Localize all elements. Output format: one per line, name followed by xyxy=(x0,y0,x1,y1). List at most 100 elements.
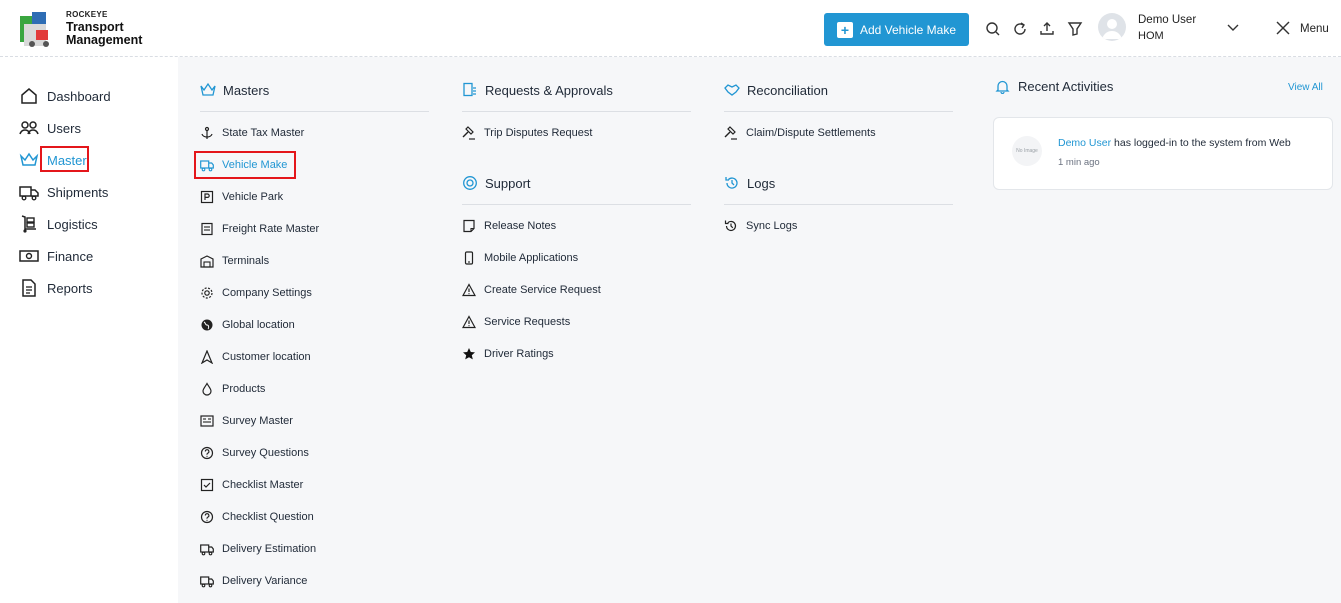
menu-item-mobile-applications[interactable]: Mobile Applications xyxy=(462,249,578,267)
mobile-icon xyxy=(464,251,474,265)
menu-item-claim-dispute-settlements[interactable]: Claim/Dispute Settlements xyxy=(724,124,876,142)
sidebar: Dashboard Users Master Shipments Logisti… xyxy=(0,57,178,603)
parking-icon xyxy=(200,190,214,204)
lifebuoy-icon xyxy=(463,176,477,190)
survey-icon xyxy=(200,415,214,427)
warning-icon xyxy=(462,315,476,329)
menu-item-vehicle-park[interactable]: Vehicle Park xyxy=(200,188,283,206)
menu-item-trip-disputes-request[interactable]: Trip Disputes Request xyxy=(462,124,592,142)
chevron-down-icon[interactable] xyxy=(1226,21,1240,35)
upload-icon[interactable] xyxy=(1038,20,1056,38)
masters-column: Masters xyxy=(200,79,429,112)
refresh-icon[interactable] xyxy=(1011,20,1029,38)
menu-item-service-requests[interactable]: Service Requests xyxy=(462,313,570,331)
masters-heading: Masters xyxy=(200,79,429,101)
menu-item-release-notes[interactable]: Release Notes xyxy=(462,217,556,235)
sidebar-item-label: Dashboard xyxy=(47,88,111,104)
activity-text: Demo User has logged-in to the system fr… xyxy=(1058,137,1291,149)
user-org: HOM xyxy=(1138,30,1164,42)
star-icon xyxy=(463,348,475,360)
menu-item-delivery-variance[interactable]: Delivery Variance xyxy=(200,572,307,590)
sidebar-item-label: Shipments xyxy=(47,184,109,200)
sidebar-item-dashboard[interactable]: Dashboard xyxy=(19,85,111,107)
brand-company: ROCKEYE xyxy=(66,10,108,19)
menu-item-company-settings[interactable]: Company Settings xyxy=(200,284,312,302)
requests-column: Requests & Approvals Trip Disputes Reque… xyxy=(462,79,691,140)
search-icon[interactable] xyxy=(984,20,1002,38)
gear-icon xyxy=(201,287,213,299)
question-icon xyxy=(200,446,214,460)
menu-item-state-tax-master[interactable]: State Tax Master xyxy=(200,124,304,142)
menu-item-customer-location[interactable]: Customer location xyxy=(200,348,311,366)
menu-item-checklist-master[interactable]: Checklist Master xyxy=(200,476,303,494)
menu-item-vehicle-make[interactable]: Vehicle Make xyxy=(200,156,287,174)
menu-item-survey-master[interactable]: Survey Master xyxy=(200,412,293,430)
menu-label[interactable]: Menu xyxy=(1300,23,1329,35)
note-icon xyxy=(463,219,475,233)
menu-item-checklist-question[interactable]: Checklist Question xyxy=(200,508,314,526)
globe-icon xyxy=(201,319,213,331)
history-icon xyxy=(725,177,738,189)
divider xyxy=(724,204,953,205)
approval-doc-icon xyxy=(463,82,476,97)
crown-icon xyxy=(200,82,216,96)
sidebar-item-finance[interactable]: Finance xyxy=(19,245,93,267)
plus-icon: + xyxy=(836,21,853,38)
brand-line2: Management xyxy=(66,33,143,47)
menu-item-driver-ratings[interactable]: Driver Ratings xyxy=(462,345,554,363)
history-icon xyxy=(724,220,737,232)
truck-icon xyxy=(19,186,39,201)
warning-icon xyxy=(462,283,476,297)
users-icon xyxy=(19,121,39,135)
menu-item-sync-logs[interactable]: Sync Logs xyxy=(724,217,797,235)
avatar[interactable] xyxy=(1098,13,1126,41)
menu-item-global-location[interactable]: Global location xyxy=(200,316,295,334)
navigation-arrow-icon xyxy=(200,350,214,364)
divider xyxy=(200,111,429,112)
menu-item-terminals[interactable]: Terminals xyxy=(200,252,269,270)
warehouse-icon xyxy=(200,255,214,268)
sidebar-item-shipments[interactable]: Shipments xyxy=(19,181,108,203)
sidebar-item-reports[interactable]: Reports xyxy=(19,277,93,299)
checkbox-icon xyxy=(200,478,214,492)
activity-message: has logged-in to the system from Web xyxy=(1111,137,1291,149)
gavel-icon xyxy=(724,126,737,140)
sidebar-item-users[interactable]: Users xyxy=(19,117,81,139)
close-icon[interactable] xyxy=(1276,21,1290,35)
support-heading: Support xyxy=(462,172,691,194)
user-name[interactable]: Demo User xyxy=(1138,14,1196,26)
logs-column: Logs Sync Logs xyxy=(724,172,953,232)
menu-item-delivery-estimation[interactable]: Delivery Estimation xyxy=(200,540,316,558)
menu-item-survey-questions[interactable]: Survey Questions xyxy=(200,444,309,462)
gavel-icon xyxy=(462,126,475,140)
activity-user-link[interactable]: Demo User xyxy=(1058,137,1111,149)
logs-heading: Logs xyxy=(724,172,953,194)
divider xyxy=(724,111,953,112)
menu-item-create-service-request[interactable]: Create Service Request xyxy=(462,281,601,299)
sidebar-item-label: Master xyxy=(47,152,87,168)
money-icon xyxy=(19,250,39,262)
sidebar-item-logistics[interactable]: Logistics xyxy=(19,213,98,235)
home-icon xyxy=(21,88,37,104)
anchor-icon xyxy=(201,126,213,139)
menu-item-products[interactable]: Products xyxy=(200,380,265,398)
crown-icon xyxy=(19,152,39,166)
app-logo[interactable]: ROCKEYE Transport Management xyxy=(18,10,142,48)
filter-icon[interactable] xyxy=(1066,20,1084,38)
question-icon xyxy=(200,510,214,524)
document-icon xyxy=(201,222,213,236)
view-all-link[interactable]: View All xyxy=(1288,82,1323,93)
activity-time: 1 min ago xyxy=(1058,157,1100,168)
add-vehicle-make-button[interactable]: + Add Vehicle Make xyxy=(824,13,969,46)
sidebar-item-master[interactable]: Master xyxy=(19,149,87,171)
truck-icon xyxy=(200,544,214,556)
divider xyxy=(462,111,691,112)
activity-avatar-placeholder: No Image xyxy=(1012,136,1042,166)
dolly-icon xyxy=(21,215,36,233)
sidebar-item-label: Reports xyxy=(47,280,93,296)
reconciliation-heading: Reconciliation xyxy=(724,79,953,101)
menu-item-freight-rate-master[interactable]: Freight Rate Master xyxy=(200,220,319,238)
handshake-icon xyxy=(724,84,740,96)
report-icon xyxy=(22,279,36,297)
support-column: Support Release Notes Mobile Application… xyxy=(462,172,691,360)
